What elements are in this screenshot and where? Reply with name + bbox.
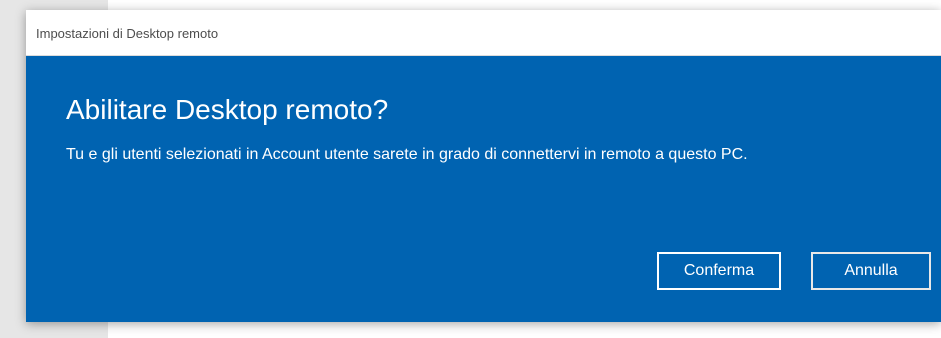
window-title: Impostazioni di Desktop remoto [36,26,219,41]
remote-desktop-dialog: Impostazioni di Desktop remoto Abilitare… [26,10,941,322]
confirm-button[interactable]: Conferma [657,252,781,290]
dialog-titlebar[interactable]: Impostazioni di Desktop remoto [26,10,941,56]
dialog-heading: Abilitare Desktop remoto? [66,94,389,125]
dialog-message: Tu e gli utenti selezionati in Account u… [66,146,748,163]
cancel-button[interactable]: Annulla [811,252,931,290]
dialog-content: Abilitare Desktop remoto? Tu e gli utent… [26,56,941,322]
